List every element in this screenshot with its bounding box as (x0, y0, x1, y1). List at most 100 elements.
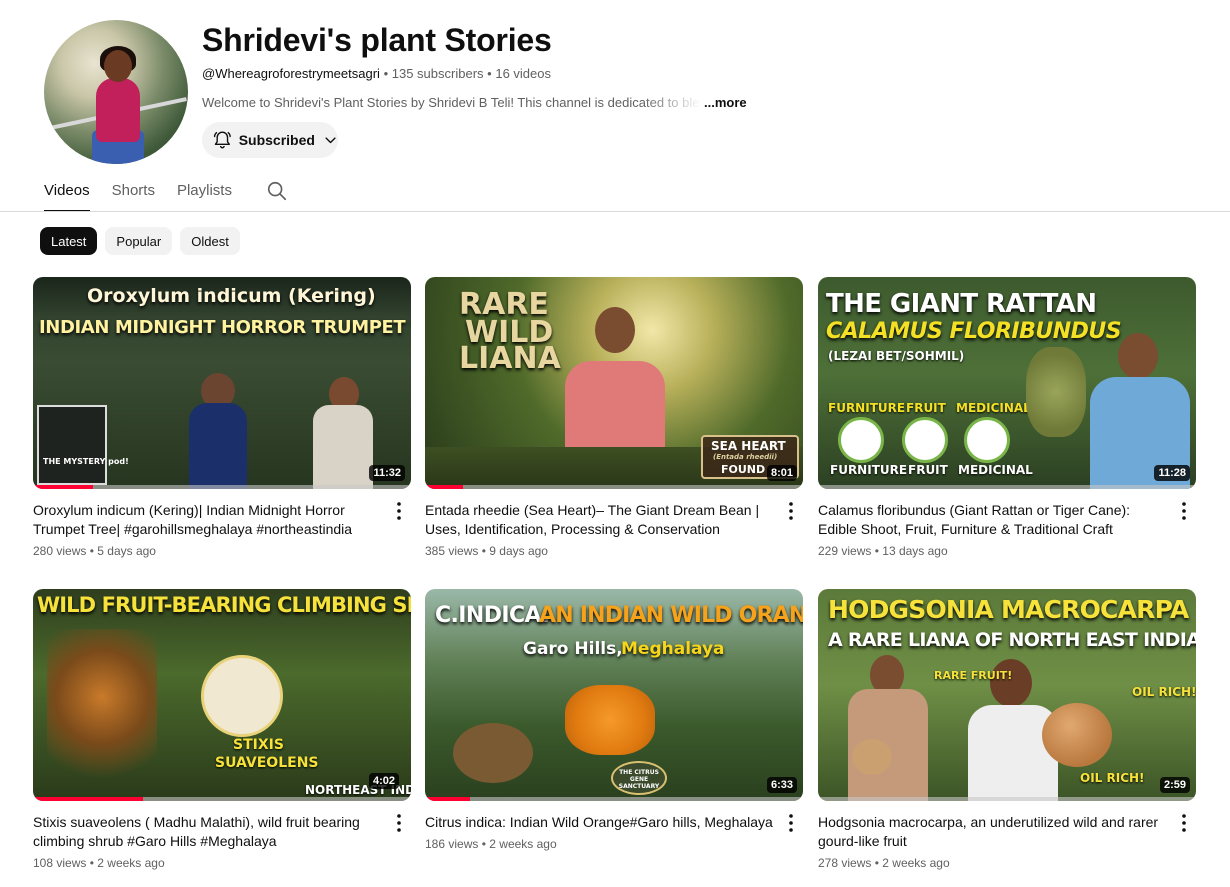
view-count: 278 views (818, 856, 872, 870)
subscribed-button[interactable]: Subscribed (202, 122, 338, 158)
thumb-text: OIL RICH! (1080, 771, 1145, 785)
thumb-text: Oroxylum indicum (Kering) (87, 285, 376, 307)
subscribed-label: Subscribed (238, 132, 315, 148)
meta-separator: • (89, 544, 94, 558)
more-options-icon[interactable] (387, 811, 411, 835)
video-duration: 11:32 (369, 465, 405, 481)
meta-separator: • (874, 856, 879, 870)
thumb-text: (LEZAI BET/SOHMIL) (828, 349, 965, 363)
video-title[interactable]: Hodgsonia macrocarpa, an underutilized w… (818, 813, 1166, 851)
description-text: Welcome to Shridevi's Plant Stories by S… (202, 95, 702, 110)
thumb-text: THE CITRUS GENE SANCTUARY (618, 769, 660, 790)
subscriber-count: 135 subscribers (391, 66, 484, 81)
thumb-text: STIXIS (233, 737, 284, 753)
thumb-text: Garo Hills, (523, 639, 623, 659)
view-count: 385 views (425, 544, 479, 558)
upload-age: 2 weeks ago (882, 856, 950, 870)
channel-title: Shridevi's plant Stories (202, 22, 552, 58)
thumb-text: MEDICINAL (956, 401, 1031, 415)
thumb-text: C.INDICA: (435, 603, 550, 628)
thumb-text: FRUIT (906, 401, 946, 415)
more-options-icon[interactable] (779, 499, 803, 523)
thumb-text: Meghalaya (621, 639, 725, 659)
video-card: THE GIANT RATTAN CALAMUS FLORIBUNDUS (LE… (818, 277, 1196, 558)
video-thumbnail[interactable]: Oroxylum indicum (Kering) INDIAN MIDNIGH… (33, 277, 411, 489)
more-options-icon[interactable] (1172, 499, 1196, 523)
thumb-text: RARE FRUIT! (934, 669, 1013, 682)
video-meta: 108 views • 2 weeks ago (33, 856, 381, 870)
video-thumbnail[interactable]: HODGSONIA MACROCARPA A RARE LIANA OF NOR… (818, 589, 1196, 801)
more-options-icon[interactable] (387, 499, 411, 523)
tab-videos[interactable]: Videos (44, 176, 90, 212)
more-options-icon[interactable] (779, 811, 803, 835)
video-title[interactable]: Calamus floribundus (Giant Rattan or Tig… (818, 501, 1166, 539)
chip-latest[interactable]: Latest (40, 227, 98, 255)
thumb-text: CALAMUS FLORIBUNDUS (826, 319, 1122, 344)
watch-progress (33, 485, 411, 489)
tab-shorts[interactable]: Shorts (112, 176, 155, 212)
thumb-text: THE MYSTERY pod! (43, 457, 129, 466)
bell-icon (213, 131, 231, 149)
upload-age: 2 weeks ago (97, 856, 165, 870)
view-count: 108 views (33, 856, 87, 870)
video-duration: 8:01 (766, 465, 797, 481)
video-card: C.INDICA: AN INDIAN WILD ORANGE Garo Hil… (425, 589, 803, 851)
tab-playlists[interactable]: Playlists (177, 176, 232, 212)
upload-age: 9 days ago (489, 544, 548, 558)
upload-age: 2 weeks ago (489, 837, 557, 851)
video-thumbnail[interactable]: C.INDICA: AN INDIAN WILD ORANGE Garo Hil… (425, 589, 803, 801)
video-duration: 6:33 (766, 777, 797, 793)
watch-progress (818, 797, 1196, 801)
upload-age: 5 days ago (97, 544, 156, 558)
thumb-text: FOUND (721, 463, 766, 476)
thumb-text: FURNITURE (830, 463, 908, 477)
thumb-text: MEDICINAL (958, 463, 1033, 477)
video-title[interactable]: Entada rheedie (Sea Heart)– The Giant Dr… (425, 501, 773, 539)
watch-progress-fill (425, 797, 471, 801)
chip-oldest[interactable]: Oldest (180, 227, 240, 255)
view-count: 186 views (425, 837, 479, 851)
meta-separator: • (89, 856, 94, 870)
video-card: RARE WILD LIANA SEA HEART (Entada rheedi… (425, 277, 803, 558)
chevron-down-icon (325, 137, 336, 144)
video-title[interactable]: Oroxylum indicum (Kering)| Indian Midnig… (33, 501, 381, 539)
channel-description[interactable]: Welcome to Shridevi's Plant Stories by S… (202, 95, 747, 110)
thumb-text: (Entada rheedii) (713, 453, 778, 461)
channel-avatar (44, 20, 188, 164)
video-duration: 4:02 (368, 773, 399, 789)
thumb-text: HODGSONIA MACROCARPA (828, 595, 1189, 624)
video-card: Oroxylum indicum (Kering) INDIAN MIDNIGH… (33, 277, 411, 558)
video-title[interactable]: Citrus indica: Indian Wild Orange#Garo h… (425, 813, 773, 832)
meta-separator: • (481, 544, 486, 558)
more-options-icon[interactable] (1172, 811, 1196, 835)
tabs-divider (0, 211, 1230, 212)
channel-tabs: Videos Shorts Playlists (44, 176, 288, 212)
video-thumbnail[interactable]: WILD FRUIT-BEARING CLIMBING SHRUB STIXIS… (33, 589, 411, 801)
meta-separator: • (481, 837, 486, 851)
thumb-text: A RARE LIANA OF NORTH EAST INDIA (828, 629, 1196, 651)
watch-progress (33, 797, 411, 801)
thumb-text: THE GIANT RATTAN (826, 289, 1097, 319)
video-duration: 11:28 (1154, 465, 1190, 481)
thumb-text: INDIAN MIDNIGHT HORROR TRUMPET TREE! (39, 317, 411, 338)
search-icon[interactable] (266, 180, 288, 202)
video-meta: 385 views • 9 days ago (425, 544, 773, 558)
video-title[interactable]: Stixis suaveolens ( Madhu Malathi), wild… (33, 813, 381, 851)
watch-progress (425, 485, 803, 489)
video-meta: 278 views • 2 weeks ago (818, 856, 1166, 870)
view-count: 229 views (818, 544, 872, 558)
video-meta: 229 views • 13 days ago (818, 544, 1166, 558)
view-count: 280 views (33, 544, 87, 558)
video-thumbnail[interactable]: THE GIANT RATTAN CALAMUS FLORIBUNDUS (LE… (818, 277, 1196, 489)
video-duration: 2:59 (1159, 777, 1190, 793)
video-thumbnail[interactable]: RARE WILD LIANA SEA HEART (Entada rheedi… (425, 277, 803, 489)
watch-progress-fill (33, 797, 143, 801)
channel-handle[interactable]: @Whereagroforestrymeetsagri (202, 66, 380, 81)
more-link[interactable]: ...more (704, 95, 747, 110)
video-card: WILD FRUIT-BEARING CLIMBING SHRUB STIXIS… (33, 589, 411, 870)
meta-separator: • (874, 544, 879, 558)
watch-progress (425, 797, 803, 801)
thumb-text: WILD FRUIT-BEARING CLIMBING SHRUB (37, 593, 411, 617)
chip-popular[interactable]: Popular (105, 227, 173, 255)
video-meta: 186 views • 2 weeks ago (425, 837, 773, 851)
